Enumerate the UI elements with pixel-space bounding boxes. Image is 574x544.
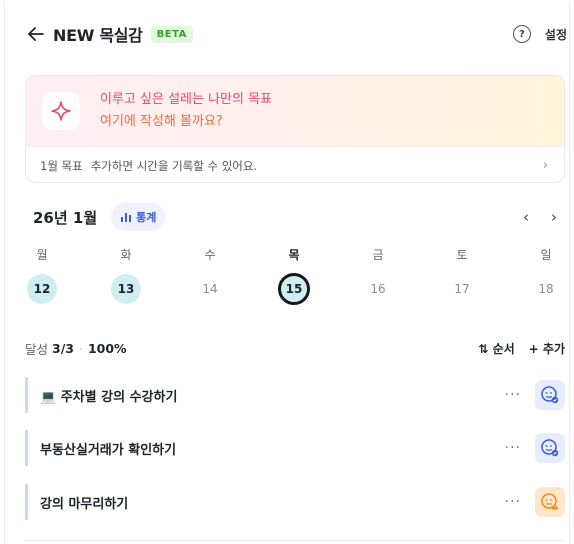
sparkle-icon (42, 92, 80, 130)
date-number: 12 (27, 274, 57, 304)
date-number: 15 (278, 273, 310, 305)
weekday-label: 월 (36, 248, 48, 262)
task-item[interactable]: 부동산실거래가 확인하기 ··· (25, 430, 565, 466)
task-item[interactable]: 💻 주차별 강의 수강하기 ··· (25, 377, 565, 413)
mood-check-icon[interactable] (535, 380, 565, 410)
weekday-header: 월 화 수 목 금 토 일 (19, 246, 569, 263)
prev-week-icon[interactable]: ‹ (523, 208, 529, 226)
month-label: 26년 1월 (33, 208, 98, 227)
date-cell-selected[interactable]: 15 (271, 273, 317, 305)
header: NEW 목실감 BETA ? 설정 (25, 20, 567, 48)
weekday-label: 수 (204, 248, 216, 262)
achievement-label: 달성 (25, 341, 49, 357)
date-number: 14 (202, 282, 218, 296)
monthly-goal-label: 1월 목표 (40, 158, 83, 173)
weekday-label: 토 (456, 248, 468, 262)
goal-prompt-line2: 여기에 작성해 볼까요? (100, 114, 223, 129)
date-number: 16 (370, 282, 386, 296)
separator-dot: · (78, 340, 83, 356)
more-icon[interactable]: ··· (505, 387, 521, 403)
date-row: 12 13 14 15 16 17 18 (19, 273, 569, 305)
date-cell[interactable]: 16 (355, 274, 401, 304)
page-title: NEW 목실감 (53, 26, 143, 45)
date-cell[interactable]: 13 (103, 274, 149, 304)
monthly-goal-hint: 추가하면 시간을 기록할 수 있어요. (90, 158, 258, 173)
date-number: 18 (538, 282, 554, 296)
date-cell[interactable]: 14 (187, 274, 233, 304)
mood-warning-icon[interactable] (535, 487, 565, 517)
goal-prompt[interactable]: 이루고 싶은 설레는 나만의 목표 여기에 작성해 볼까요? (26, 76, 564, 146)
monthly-goal-row[interactable]: 1월 목표 추가하면 시간을 기록할 수 있어요. › (26, 146, 564, 182)
weekday-label: 화 (120, 248, 132, 262)
achievement-count: 3/3 (52, 340, 74, 356)
weekday-label: 목 (288, 248, 300, 262)
bar-chart-icon (121, 213, 132, 222)
chevron-right-icon: › (542, 158, 548, 173)
more-icon[interactable]: ··· (505, 494, 521, 510)
date-number: 13 (111, 274, 141, 304)
date-cell[interactable]: 18 (523, 274, 569, 304)
weekday-label: 금 (372, 248, 384, 262)
next-week-icon[interactable]: › (551, 208, 557, 226)
back-arrow-icon[interactable] (25, 23, 47, 45)
stats-button[interactable]: 통계 (111, 203, 166, 231)
task-name: 부동산실거래가 확인하기 (40, 442, 177, 458)
app-frame: NEW 목실감 BETA ? 설정 이루고 싶은 설레는 나만의 목표 여기에 … (4, 2, 570, 544)
mood-check-icon[interactable] (535, 433, 565, 463)
task-name: 💻 주차별 강의 수강하기 (40, 389, 178, 405)
stats-label: 통계 (136, 211, 157, 224)
month-row: 26년 1월 통계 ‹ › (25, 202, 565, 232)
reorder-button[interactable]: ⇅ 순서 (478, 340, 514, 357)
settings-button[interactable]: 설정 (545, 26, 567, 43)
date-cell[interactable]: 12 (19, 274, 65, 304)
weekday-label: 일 (540, 248, 552, 262)
help-icon[interactable]: ? (512, 25, 531, 43)
achievement-percent: 100% (87, 340, 127, 356)
goal-prompt-line1: 이루고 싶은 설레는 나만의 목표 (100, 92, 273, 107)
beta-badge: BETA (150, 25, 193, 43)
divider (25, 540, 565, 541)
task-name: 강의 마무리하기 (40, 496, 129, 512)
date-number: 17 (454, 282, 470, 296)
more-icon[interactable]: ··· (505, 440, 521, 456)
add-task-button[interactable]: + 추가 (529, 340, 565, 357)
date-cell[interactable]: 17 (439, 274, 485, 304)
achievement-row: 달성 3/3 · 100% ⇅ 순서 + 추가 (25, 338, 565, 358)
task-item[interactable]: 강의 마무리하기 ··· (25, 484, 565, 520)
goal-card: 이루고 싶은 설레는 나만의 목표 여기에 작성해 볼까요? 1월 목표 추가하… (25, 75, 565, 183)
